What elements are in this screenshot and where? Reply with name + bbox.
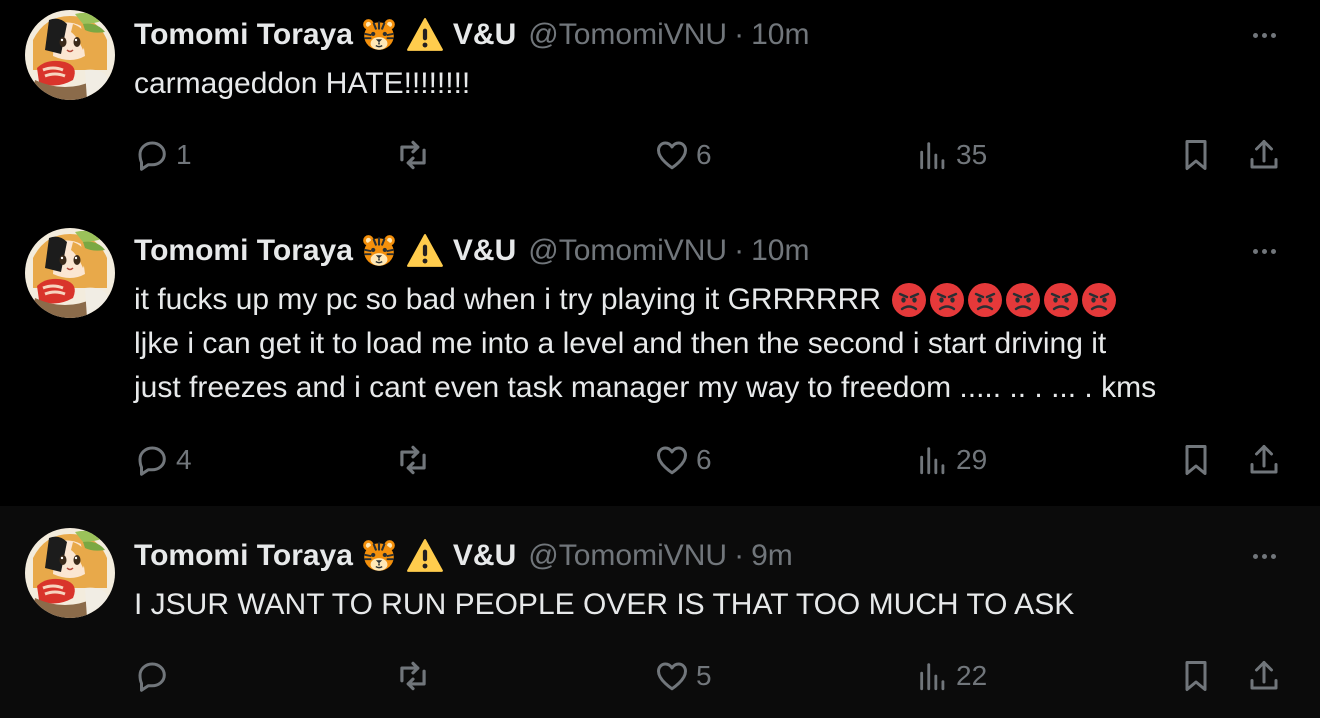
warning-sign-icon (405, 231, 445, 271)
angry-emoji-group (891, 282, 1117, 318)
repost-arrows-icon (394, 136, 432, 174)
speech-bubble-icon (134, 137, 170, 173)
action-bar: 1 6 35 (134, 135, 1284, 175)
tweet-header: Tomomi Toraya V&U @TomomiVNU · 10m (134, 15, 809, 55)
angry-face-icon (891, 282, 927, 318)
angry-face-icon (1081, 282, 1117, 318)
repost-arrows-icon (394, 441, 432, 479)
tweet-header: Tomomi Toraya V&U @TomomiVNU · 10m (134, 231, 809, 271)
reply-button[interactable] (134, 656, 170, 696)
tweet-text-line: ljke i can get it to load me into a leve… (134, 327, 1107, 360)
bookmark-icon (1178, 137, 1214, 173)
bar-chart-icon (916, 443, 950, 477)
repost-arrows-icon (394, 657, 432, 695)
timestamp[interactable]: 10m (751, 234, 809, 268)
author-name[interactable]: Tomomi Toraya (134, 539, 353, 573)
share-upload-icon (1246, 137, 1282, 173)
repost-button[interactable] (394, 656, 432, 696)
like-button[interactable]: 6 (654, 135, 712, 175)
timestamp[interactable]: 9m (751, 539, 793, 573)
angry-face-icon (1043, 282, 1079, 318)
separator: · (734, 539, 745, 572)
reply-count: 1 (176, 139, 192, 170)
tiger-face-icon (359, 15, 399, 55)
tweet-text: it fucks up my pc so bad when i try play… (134, 278, 1290, 410)
heart-icon (654, 137, 690, 173)
reply-button[interactable]: 4 (134, 440, 192, 480)
avatar[interactable] (25, 228, 115, 318)
tweet-text: carmageddon HATE!!!!!!!! (134, 62, 1290, 106)
ellipsis-icon (1252, 553, 1258, 559)
bar-chart-icon (916, 138, 950, 172)
share-upload-icon (1246, 442, 1282, 478)
share-button[interactable] (1246, 135, 1282, 175)
author-name-suffix: V&U (452, 539, 517, 572)
views-button[interactable]: 29 (916, 440, 987, 480)
view-count: 29 (956, 444, 988, 475)
bookmark-button[interactable] (1178, 135, 1214, 175)
bar-chart-icon (916, 659, 950, 693)
more-options-button[interactable] (1244, 23, 1284, 47)
tiger-face-icon (359, 231, 399, 271)
timestamp[interactable]: 10m (751, 18, 809, 52)
speech-bubble-icon (134, 442, 170, 478)
like-button[interactable]: 5 (654, 656, 712, 696)
tweet-text-line: carmageddon HATE!!!!!!!! (134, 67, 471, 100)
author-name-suffix: V&U (452, 18, 517, 51)
warning-sign-icon (405, 15, 445, 55)
views-button[interactable]: 35 (916, 135, 987, 175)
ellipsis-icon (1252, 248, 1258, 254)
angry-face-icon (967, 282, 1003, 318)
bookmark-button[interactable] (1178, 440, 1214, 480)
action-bar: 5 22 (134, 656, 1284, 696)
bookmark-icon (1178, 442, 1214, 478)
author-name[interactable]: Tomomi Toraya (134, 18, 353, 52)
angry-face-icon (929, 282, 965, 318)
author-handle[interactable]: @TomomiVNU (528, 234, 727, 268)
avatar[interactable] (25, 528, 115, 618)
repost-button[interactable] (394, 135, 432, 175)
heart-icon (654, 442, 690, 478)
warning-sign-icon (405, 536, 445, 576)
tweet-text-segment: it fucks up my pc so bad when i try play… (134, 283, 881, 316)
author-handle[interactable]: @TomomiVNU (528, 539, 727, 573)
heart-icon (654, 658, 690, 694)
author-handle[interactable]: @TomomiVNU (528, 18, 727, 52)
share-upload-icon (1246, 658, 1282, 694)
tweet-text-line: just freezes and i cant even task manage… (134, 371, 1157, 404)
angry-face-icon (1005, 282, 1041, 318)
action-bar: 4 6 29 (134, 440, 1284, 480)
share-button[interactable] (1246, 440, 1282, 480)
reply-button[interactable]: 1 (134, 135, 192, 175)
bookmark-icon (1178, 658, 1214, 694)
avatar[interactable] (25, 10, 115, 100)
tweet-header: Tomomi Toraya V&U @TomomiVNU · 9m (134, 536, 793, 576)
tweet[interactable]: Tomomi Toraya V&U @TomomiVNU · 10m it fu… (0, 218, 1320, 506)
tiger-face-icon (359, 536, 399, 576)
separator: · (734, 234, 745, 267)
speech-bubble-icon (134, 658, 170, 694)
view-count: 35 (956, 139, 988, 170)
bookmark-button[interactable] (1178, 656, 1214, 696)
ellipsis-icon (1252, 32, 1258, 38)
repost-button[interactable] (394, 440, 432, 480)
tweet[interactable]: Tomomi Toraya V&U @TomomiVNU · 10m carma… (0, 0, 1320, 218)
tweet-text-line: it fucks up my pc so bad when i try play… (134, 278, 1290, 322)
author-name[interactable]: Tomomi Toraya (134, 234, 353, 268)
author-name-suffix: V&U (452, 234, 517, 267)
more-options-button[interactable] (1244, 544, 1284, 568)
share-button[interactable] (1246, 656, 1282, 696)
tweet-text-line: I JSUR WANT TO RUN PEOPLE OVER IS THAT T… (134, 588, 1075, 621)
like-button[interactable]: 6 (654, 440, 712, 480)
views-button[interactable]: 22 (916, 656, 987, 696)
separator: · (734, 18, 745, 51)
tweet-text: I JSUR WANT TO RUN PEOPLE OVER IS THAT T… (134, 583, 1290, 627)
like-count: 5 (696, 660, 712, 691)
like-count: 6 (696, 444, 712, 475)
more-options-button[interactable] (1244, 239, 1284, 263)
view-count: 22 (956, 660, 988, 691)
reply-count: 4 (176, 444, 192, 475)
like-count: 6 (696, 139, 712, 170)
tweet[interactable]: Tomomi Toraya V&U @TomomiVNU · 9m I JSUR… (0, 506, 1320, 718)
